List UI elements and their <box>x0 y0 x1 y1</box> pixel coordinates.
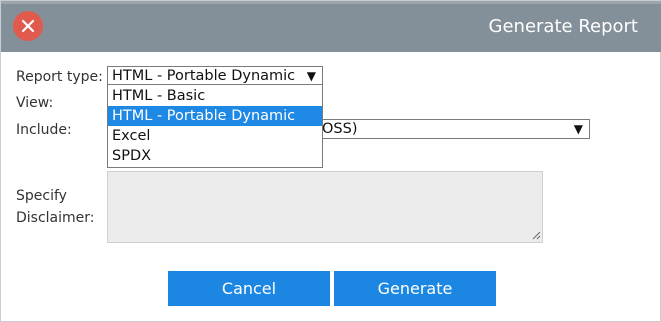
disclaimer-textarea[interactable] <box>107 171 543 243</box>
generate-button[interactable]: Generate <box>334 271 496 306</box>
resize-grip-icon[interactable] <box>531 230 541 240</box>
disclaimer-label-line1: Specify <box>16 188 67 204</box>
include-label: Include: <box>16 122 72 138</box>
generate-report-dialog: Generate Report Report type: HTML - Port… <box>0 0 661 322</box>
report-type-option-excel[interactable]: Excel <box>108 126 322 146</box>
dropdown-arrow-icon: ▼ <box>306 69 316 83</box>
disclaimer-label-line2: Disclaimer: <box>16 210 95 226</box>
close-button[interactable] <box>13 11 43 41</box>
report-type-option-spdx[interactable]: SPDX <box>108 146 322 166</box>
report-type-select[interactable]: HTML - Portable Dynamic ▼ <box>107 66 323 86</box>
close-x-icon <box>21 19 35 33</box>
report-type-option-html-portable-dynamic[interactable]: HTML - Portable Dynamic <box>108 106 322 126</box>
titlebar-top-strip <box>1 1 661 4</box>
report-type-label: Report type: <box>16 69 103 85</box>
report-type-option-html-basic[interactable]: HTML - Basic <box>108 86 322 106</box>
include-selected-value: OSS) <box>322 121 358 137</box>
dropdown-arrow-icon: ▼ <box>573 122 583 136</box>
dialog-titlebar: Generate Report <box>1 1 661 52</box>
cancel-button[interactable]: Cancel <box>168 271 330 306</box>
report-type-selected-value: HTML - Portable Dynamic <box>112 68 296 84</box>
view-label: View: <box>16 95 54 111</box>
dialog-title: Generate Report <box>488 16 638 37</box>
report-type-dropdown-list: HTML - Basic HTML - Portable Dynamic Exc… <box>107 84 323 168</box>
